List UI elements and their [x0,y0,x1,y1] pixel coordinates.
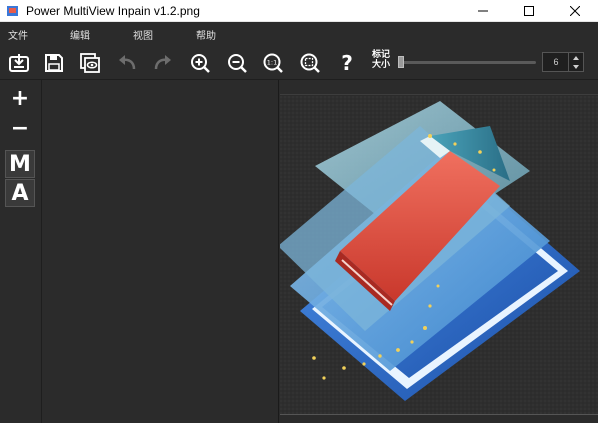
marker-label-line2: 大小 [371,60,390,70]
minimize-button[interactable] [460,0,506,22]
svg-text:1:1: 1:1 [267,59,277,67]
image-view-pane[interactable] [280,80,598,423]
menu-bar: 文件 编辑 视图 帮助 [0,22,598,46]
add-region-button[interactable]: + [5,84,35,112]
marker-size-label: 标记 大小 [369,50,393,70]
redo-button[interactable] [149,50,177,76]
save-button[interactable] [40,50,68,76]
spin-down-button[interactable] [569,62,583,71]
spin-up-button[interactable] [569,53,583,62]
maximize-icon [524,6,534,16]
source-view-pane[interactable] [43,80,279,423]
marker-label-line1: 标记 [371,50,390,60]
pane-divider-bottom [280,414,598,415]
save-as-button[interactable] [76,50,104,76]
zoom-out-icon [228,54,247,73]
menu-edit[interactable]: 编辑 [70,27,90,42]
zoom-fit-button[interactable] [296,50,324,76]
slider-thumb[interactable] [398,56,404,68]
window-title: Power MultiView Inpain v1.2.png [26,3,200,18]
svg-text:?: ? [341,52,353,74]
zoom-actual-button[interactable]: 1:1 [259,50,287,76]
zoom-1to1-icon: 1:1 [263,53,283,73]
remove-region-button[interactable]: − [5,114,35,142]
marker-size-spinbox[interactable]: 6 [542,52,584,72]
close-button[interactable] [552,0,598,22]
help-button[interactable]: ? [333,50,361,76]
chevron-down-icon [573,64,579,69]
menu-view[interactable]: 视图 [133,27,153,42]
redo-icon [154,55,171,70]
zoom-fit-icon [300,53,320,73]
marker-size-value[interactable]: 6 [543,53,569,71]
app-icon [7,5,18,16]
open-file-button[interactable] [5,50,33,76]
minimize-icon [478,10,488,12]
undo-button[interactable] [113,50,141,76]
close-icon [570,6,580,16]
menu-help[interactable]: 帮助 [196,27,216,42]
chevron-up-icon [573,55,579,60]
tool-column: + − M A [0,80,42,423]
floppy-disk-icon [45,54,63,72]
inpaint-image-canvas[interactable] [280,96,598,414]
slider-track [398,61,536,64]
maximize-button[interactable] [506,0,552,22]
marker-size-slider[interactable] [396,56,538,68]
menu-file[interactable]: 文件 [8,27,28,42]
pane-divider-top [280,94,598,95]
manual-mode-button[interactable]: M [5,150,35,178]
title-bar: Power MultiView Inpain v1.2.png [0,0,598,22]
zoom-in-icon [191,54,210,73]
layered-eye-icon [80,53,100,73]
undo-icon [119,55,136,70]
question-mark-icon: ? [341,52,353,74]
zoom-in-button[interactable] [186,50,214,76]
auto-mode-button[interactable]: A [5,179,35,207]
open-download-icon [9,54,29,72]
zoom-out-button[interactable] [223,50,251,76]
